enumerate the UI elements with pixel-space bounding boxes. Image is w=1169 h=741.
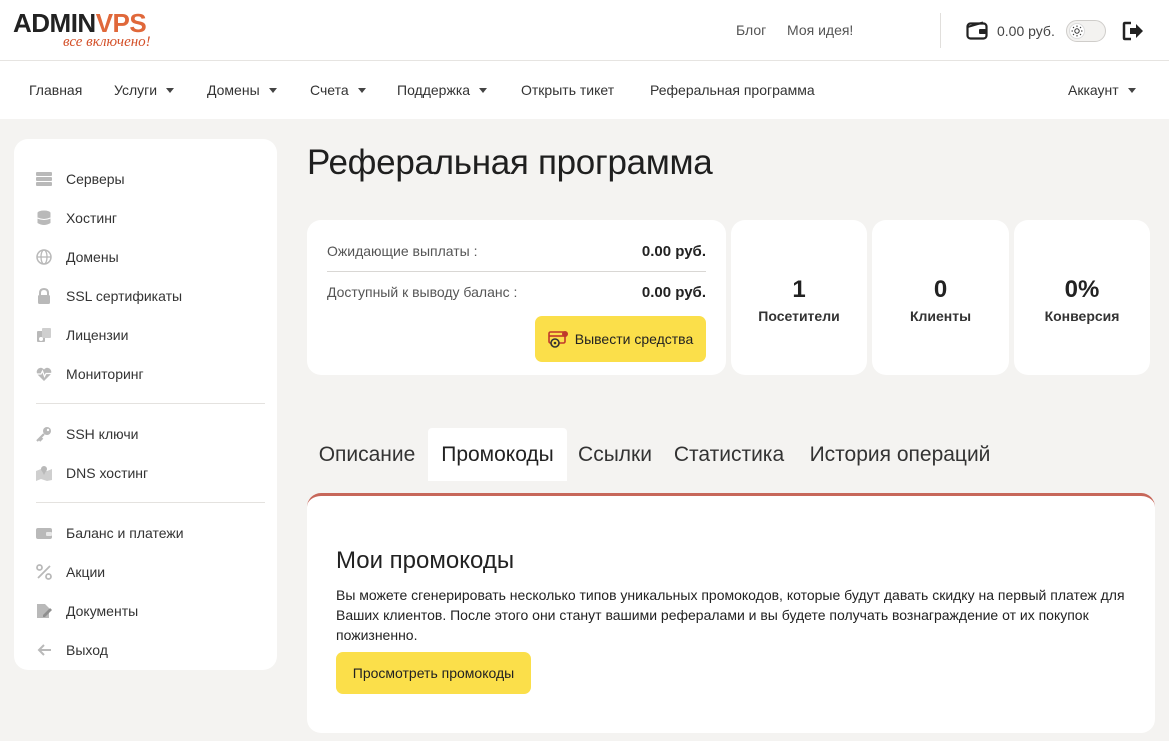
tab-operations-history[interactable]: История операций	[798, 428, 1002, 481]
sun-icon	[1069, 23, 1085, 39]
logout-icon[interactable]	[1122, 21, 1144, 41]
heartbeat-icon	[36, 366, 52, 382]
wallet-icon	[36, 525, 52, 541]
sidebar-item-ssl[interactable]: SSL сертификаты	[36, 285, 266, 307]
sidebar-item-label: SSL сертификаты	[66, 288, 183, 304]
main-navbar: Главная Услуги Домены Счета Поддержка От…	[0, 61, 1169, 119]
globe-icon	[36, 249, 52, 265]
pending-payouts-row: Ожидающие выплаты : 0.00 руб.	[327, 243, 706, 265]
sidebar-item-dns-hosting[interactable]: DNS хостинг	[36, 462, 266, 484]
database-icon	[36, 210, 52, 226]
wallet-icon	[966, 21, 988, 40]
sidebar-item-label: Выход	[66, 642, 108, 658]
available-balance-row: Доступный к выводу баланс : 0.00 руб.	[327, 284, 706, 306]
sidebar-divider	[36, 403, 265, 404]
sidebar-item-ssh-keys[interactable]: SSH ключи	[36, 423, 266, 445]
balance-amount: 0.00 руб.	[997, 23, 1055, 39]
payouts-divider	[327, 271, 706, 272]
promocodes-description: Вы можете сгенерировать несколько типов …	[336, 587, 1125, 643]
stat-card-conversion: 0% Конверсия	[1014, 220, 1150, 375]
sidebar-item-label: Серверы	[66, 171, 125, 187]
sidebar-item-promotions[interactable]: Акции	[36, 561, 266, 583]
payouts-card: Ожидающие выплаты : 0.00 руб. Доступный …	[307, 220, 726, 375]
chevron-down-icon	[1127, 88, 1136, 93]
nav-open-ticket[interactable]: Открыть тикет	[521, 82, 614, 98]
stat-label: Клиенты	[909, 308, 972, 324]
sidebar-item-servers[interactable]: Серверы	[36, 168, 266, 190]
logo[interactable]: ADMINVPS все включено!	[13, 10, 178, 52]
my-idea-link[interactable]: Моя идея!	[787, 22, 853, 38]
withdraw-funds-button[interactable]: Вывести средства	[535, 316, 706, 362]
sidebar-item-label: Мониторинг	[66, 366, 144, 382]
logo-wordmark: ADMINVPS	[13, 8, 147, 38]
withdraw-icon	[547, 331, 568, 348]
chevron-down-icon	[166, 88, 175, 93]
license-icon	[36, 327, 52, 343]
sidebar-item-label: SSH ключи	[66, 426, 139, 442]
sidebar-item-domains[interactable]: Домены	[36, 246, 266, 268]
available-balance-label: Доступный к выводу баланс :	[327, 284, 518, 300]
sidebar-item-licenses[interactable]: Лицензии	[36, 324, 266, 346]
stat-value: 0	[933, 276, 948, 303]
server-icon	[36, 171, 52, 187]
lock-icon	[36, 288, 52, 304]
nav-services[interactable]: Услуги	[114, 82, 175, 98]
chevron-down-icon	[357, 88, 366, 93]
tab-promocodes[interactable]: Промокоды	[428, 428, 567, 481]
nav-support[interactable]: Поддержка	[397, 82, 488, 98]
tab-description[interactable]: Описание	[308, 428, 426, 481]
pending-payouts-value: 0.00 руб.	[641, 243, 706, 260]
page-title: Реферальная программа	[307, 143, 713, 182]
stat-value: 0%	[1064, 276, 1100, 303]
tab-links[interactable]: Ссылки	[569, 428, 661, 481]
promocodes-title: Мои промокоды	[336, 547, 515, 574]
sidebar-item-hosting[interactable]: Хостинг	[36, 207, 266, 229]
chevron-down-icon	[268, 88, 277, 93]
sidebar-item-monitoring[interactable]: Мониторинг	[36, 363, 266, 385]
stat-card-visitors: 1 Посетители	[731, 220, 867, 375]
arrow-left-icon	[36, 642, 52, 658]
view-promocodes-button[interactable]: Просмотреть промокоды	[336, 652, 531, 694]
tab-statistics[interactable]: Статистика	[664, 428, 794, 481]
chevron-down-icon	[479, 88, 488, 93]
sidebar-item-label: Домены	[66, 249, 119, 265]
blog-link[interactable]: Блог	[736, 22, 766, 38]
sidebar-item-label: DNS хостинг	[66, 465, 149, 481]
sidebar: Серверы Хостинг Домены SSL сертификаты Л…	[14, 139, 277, 670]
sidebar-item-label: Хостинг	[66, 210, 118, 226]
withdraw-button-label: Вывести средства	[574, 331, 694, 347]
percent-icon	[36, 564, 52, 580]
sidebar-item-label: Акции	[66, 564, 106, 580]
theme-toggle[interactable]	[1066, 20, 1106, 42]
logo-slogan: все включено!	[63, 34, 151, 50]
sidebar-divider	[36, 502, 265, 503]
sidebar-item-label: Лицензии	[66, 327, 129, 343]
nav-home[interactable]: Главная	[29, 82, 82, 98]
available-balance-value: 0.00 руб.	[641, 284, 706, 301]
nav-referral[interactable]: Реферальная программа	[650, 82, 815, 98]
key-icon	[36, 426, 52, 442]
stat-label: Посетители	[758, 308, 840, 324]
stat-label: Конверсия	[1044, 308, 1120, 324]
sidebar-item-label: Документы	[66, 603, 139, 619]
sidebar-item-balance[interactable]: Баланс и платежи	[36, 522, 266, 544]
stat-value: 1	[792, 276, 806, 303]
document-icon	[36, 603, 52, 619]
nav-invoices[interactable]: Счета	[310, 82, 366, 98]
promocodes-panel: Мои промокоды Вы можете сгенерировать не…	[307, 493, 1155, 733]
stat-card-clients: 0 Клиенты	[872, 220, 1009, 375]
sidebar-item-logout[interactable]: Выход	[36, 639, 266, 661]
nav-account[interactable]: Аккаунт	[1068, 82, 1136, 98]
top-header: ADMINVPS все включено! Блог Моя идея! 0.…	[0, 0, 1169, 61]
sidebar-item-documents[interactable]: Документы	[36, 600, 266, 622]
pending-payouts-label: Ожидающие выплаты :	[327, 243, 478, 259]
map-icon	[36, 465, 52, 481]
sidebar-item-label: Баланс и платежи	[66, 525, 184, 541]
header-divider	[940, 13, 941, 48]
nav-domains[interactable]: Домены	[207, 82, 277, 98]
